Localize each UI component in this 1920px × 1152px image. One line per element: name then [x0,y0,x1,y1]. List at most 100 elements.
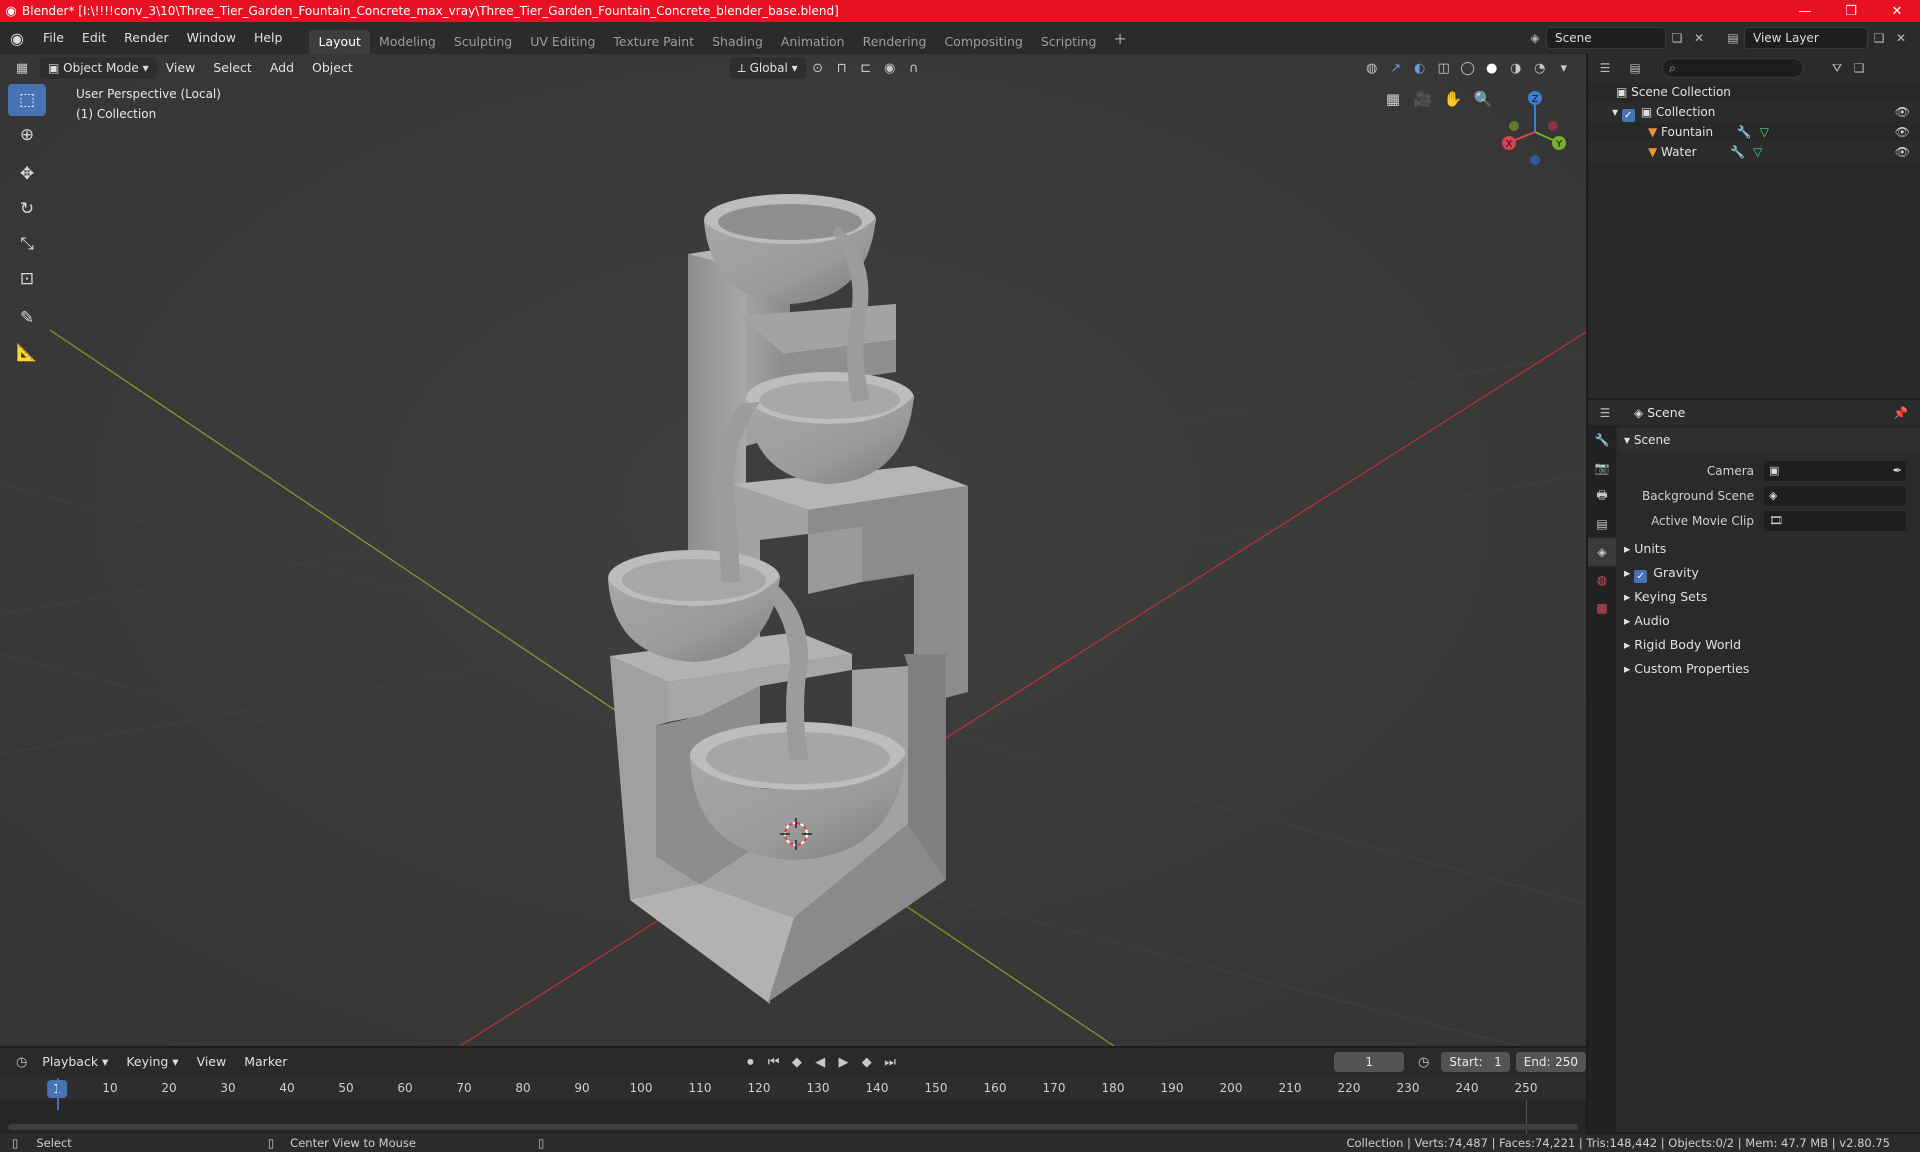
delete-view-layer-icon[interactable]: ✕ [1890,27,1912,49]
viewport-menu-object[interactable]: Object [303,57,362,79]
tab-modeling[interactable]: Modeling [370,30,445,54]
filter-icon[interactable]: ⛛ [1826,57,1848,79]
wireframe-shading-icon[interactable]: ◯ [1456,57,1480,79]
start-frame-field[interactable]: Start: 1 [1441,1052,1510,1072]
timeline-scrollbar[interactable] [8,1124,1578,1130]
timeline-menu-view[interactable]: View [188,1051,236,1073]
output-tab-icon[interactable]: 🖶 [1588,482,1616,510]
new-view-layer-icon[interactable]: ❏ [1868,27,1890,49]
scene-name-field[interactable]: Scene [1546,27,1666,49]
rotate-tool-icon[interactable]: ↻ [8,193,46,225]
tab-shading[interactable]: Shading [703,30,772,54]
gizmo-toggle-icon[interactable]: ↗ [1384,57,1408,79]
tab-compositing[interactable]: Compositing [935,30,1031,54]
audio-panel[interactable]: ▸ Audio [1618,609,1920,633]
custom-properties-panel[interactable]: ▸ Custom Properties [1618,657,1920,681]
add-workspace-button[interactable]: + [1105,29,1134,48]
falloff-icon[interactable]: ∩ [902,57,926,79]
xray-toggle-icon[interactable]: ◫ [1432,57,1456,79]
pin-icon[interactable]: 📌 [1893,406,1908,420]
eyedropper-icon[interactable]: ✒ [1893,464,1902,477]
timeline-editor-type-icon[interactable]: ◷ [10,1051,33,1073]
expand-arrow-icon[interactable]: ▾ [1612,105,1622,119]
menu-file[interactable]: File [34,22,73,54]
modifier-icon[interactable]: 🔧 [1730,145,1745,159]
outliner-row-water[interactable]: ▼ Water 🔧 ▽ 👁 [1588,142,1920,162]
clock-icon[interactable]: ◷ [1412,1051,1435,1073]
outliner-row-scene-collection[interactable]: ▣ Scene Collection [1588,82,1920,102]
scene-tab-icon[interactable]: ◈ [1588,538,1616,566]
view-layer-browse-icon[interactable]: ▤ [1722,27,1744,49]
tab-animation[interactable]: Animation [772,30,854,54]
scene-browse-icon[interactable]: ◈ [1524,27,1546,49]
tab-layout[interactable]: Layout [309,30,370,54]
tab-scripting[interactable]: Scripting [1032,30,1106,54]
eye-icon[interactable]: 👁 [1895,122,1910,142]
timeline-menu-playback[interactable]: Playback ▾ [33,1051,117,1073]
play-reverse-icon[interactable]: ◀ [809,1051,832,1073]
timeline-menu-keying[interactable]: Keying ▾ [117,1051,187,1073]
jump-end-icon[interactable]: ⏭ [878,1051,901,1073]
scene-panel-header[interactable]: ▾ Scene [1618,428,1920,452]
outliner-row-collection[interactable]: ▾ ✓ ▣ Collection 👁 [1588,102,1920,122]
play-icon[interactable]: ▶ [832,1051,855,1073]
solid-shading-icon[interactable]: ● [1480,57,1504,79]
tab-rendering[interactable]: Rendering [854,30,936,54]
eye-icon[interactable]: 👁 [1895,102,1910,122]
transform-orientation-dropdown[interactable]: ⟂ Global ▾ [729,57,806,79]
zoom-view-icon[interactable]: 🔍 [1468,84,1498,114]
viewport-scene[interactable] [0,54,1586,1046]
mesh-data-icon[interactable]: ▽ [1753,145,1762,159]
timeline-menu-marker[interactable]: Marker [235,1051,296,1073]
measure-tool-icon[interactable]: 📐 [8,337,46,369]
modifier-icon[interactable]: 🔧 [1737,125,1752,139]
prev-keyframe-icon[interactable]: ◆ [785,1051,808,1073]
select-box-tool-icon[interactable]: ⬚ [8,84,46,116]
outliner-search-input[interactable]: ⌕ [1662,58,1804,78]
next-keyframe-icon[interactable]: ◆ [855,1051,878,1073]
end-frame-field[interactable]: End: 250 [1515,1052,1587,1072]
shading-options-icon[interactable]: ▾ [1552,57,1576,79]
current-frame-field[interactable]: 1 [1334,1052,1405,1072]
new-collection-icon[interactable]: ❏ [1848,57,1870,79]
tool-tab-icon[interactable]: 🔧 [1588,426,1616,454]
jump-start-icon[interactable]: ⏮ [762,1051,785,1073]
outliner-row-fountain[interactable]: ▼ Fountain 🔧 ▽ 👁 [1588,122,1920,142]
world-tab-icon[interactable]: ◍ [1588,566,1616,594]
mode-dropdown[interactable]: ▣ Object Mode ▾ [40,57,157,79]
blender-menu-icon[interactable]: ◉ [0,29,34,48]
menu-help[interactable]: Help [245,22,292,54]
menu-render[interactable]: Render [115,22,178,54]
transform-tool-icon[interactable]: ⊡ [8,263,46,295]
eye-icon[interactable]: 👁 [1895,142,1910,162]
scale-tool-icon[interactable]: ⤡ [8,228,46,260]
editor-type-icon[interactable]: ▦ [10,57,34,79]
3d-viewport[interactable]: ▦ ▣ Object Mode ▾ View Select Add Object… [0,54,1586,1046]
viewport-menu-view[interactable]: View [157,57,205,79]
navigation-gizmo[interactable]: Z Y X [1495,86,1575,166]
active-movie-clip-field[interactable]: 🎞 [1764,510,1906,531]
material-shading-icon[interactable]: ◑ [1504,57,1528,79]
timeline-ruler[interactable]: 1 10 20 30 40 50 60 70 80 90 100 110 120… [0,1078,1586,1100]
background-scene-field[interactable]: ◈ [1764,485,1906,506]
viewport-menu-select[interactable]: Select [204,57,261,79]
menu-edit[interactable]: Edit [73,22,115,54]
tab-texture-paint[interactable]: Texture Paint [604,30,703,54]
pan-view-icon[interactable]: ✋ [1438,84,1468,114]
annotate-tool-icon[interactable]: ✎ [8,302,46,334]
record-icon[interactable]: ⏺ [739,1051,762,1073]
menu-window[interactable]: Window [178,22,245,54]
viewport-menu-add[interactable]: Add [261,57,303,79]
tab-sculpting[interactable]: Sculpting [445,30,521,54]
gravity-checkbox[interactable]: ✓ [1634,570,1648,583]
view-layer-field[interactable]: View Layer [1744,27,1868,49]
move-tool-icon[interactable]: ✥ [8,158,46,190]
rigid-body-world-panel[interactable]: ▸ Rigid Body World [1618,633,1920,657]
new-scene-icon[interactable]: ❏ [1666,27,1688,49]
pivot-point-icon[interactable]: ⊙ [806,57,830,79]
visibility-icon[interactable]: ◍ [1360,57,1384,79]
render-tab-icon[interactable]: 📷 [1588,454,1616,482]
mesh-data-icon[interactable]: ▽ [1760,125,1769,139]
rendered-shading-icon[interactable]: ◔ [1528,57,1552,79]
display-mode-icon[interactable]: ▤ [1624,57,1646,79]
